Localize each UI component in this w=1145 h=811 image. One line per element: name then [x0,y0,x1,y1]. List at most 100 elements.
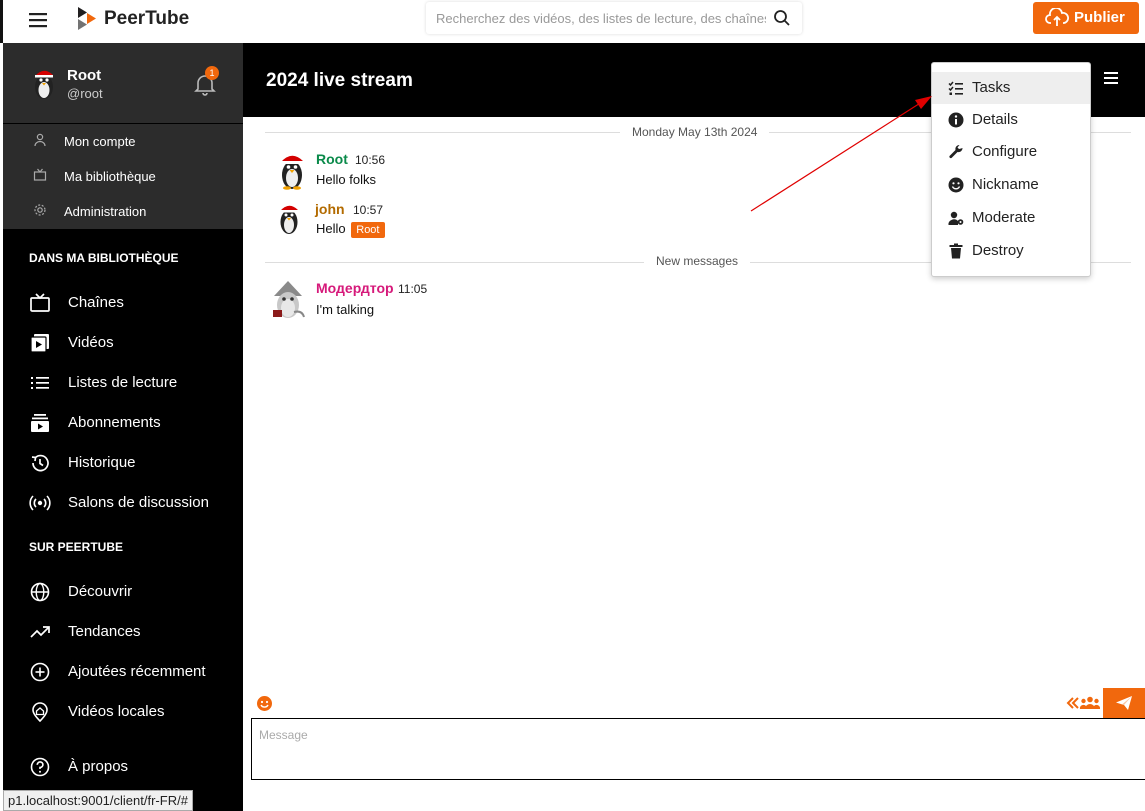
menu-item-label: Tasks [972,79,1011,96]
menu-item-destroy[interactable]: Destroy [932,235,1090,267]
chat-menu-icon[interactable] [1102,70,1120,86]
message-composer [251,718,1145,780]
publish-label: Publier [1074,9,1125,26]
sidebar-item-salons-de-discussion[interactable]: Salons de discussion [3,483,243,523]
sidebar-item-videos-locales[interactable]: Vidéos locales [3,692,243,732]
message-nick[interactable]: Модердтор [316,280,394,296]
message-text: Hello [316,221,346,236]
tv-icon [33,168,47,182]
videos-icon [29,332,51,354]
message-body: I'm talking [316,302,375,317]
menu-item-label: Configure [972,143,1038,160]
sidebar-item-label: Ajoutées récemment [68,663,206,680]
sidebar-item-label: Historique [68,454,136,471]
sidebar-item-label: Vidéos locales [68,703,165,720]
user-card: Root @root 1 [3,43,243,123]
menu-item-configure[interactable]: Configure [932,136,1090,168]
status-bar-url: p1.localhost:9001/client/fr-FR/# [3,790,193,811]
plus-circle-icon [29,661,51,683]
new-messages-divider: New messages [644,254,751,268]
sidebar-item-videos[interactable]: Vidéos [3,323,243,363]
search-icon[interactable] [773,9,791,27]
sidebar-item-a-propos[interactable]: À propos [3,747,243,787]
channels-icon [29,292,51,314]
playlists-icon [29,372,51,394]
user-cog-icon [948,210,964,226]
sidebar-item-abonnements[interactable]: Abonnements [3,403,243,443]
sidebar-item-historique[interactable]: Historique [3,443,243,483]
emoji-icon[interactable] [256,695,273,712]
globe-icon [29,581,51,603]
send-button[interactable] [1103,688,1145,718]
paper-plane-icon [1115,695,1133,711]
section-title-library: DANS MA BIBLIOTHÈQUE [29,251,179,265]
occupants-icon[interactable] [1066,695,1100,711]
search-input[interactable] [426,2,766,34]
sidebar-item-label: Vidéos [68,334,114,351]
account-item-administration[interactable]: Administration [3,194,243,229]
publish-button[interactable]: Publier [1033,2,1139,34]
avatar[interactable] [275,150,309,190]
brand-name[interactable]: PeerTube [104,8,189,30]
sidebar-item-label: Tendances [68,623,141,640]
message-input[interactable] [252,719,1145,779]
date-divider: Monday May 13th 2024 [620,125,770,139]
account-item-label: Ma bibliothèque [64,169,156,184]
sidebar-item-label: Salons de discussion [68,494,209,511]
message-body: Hello Root [316,221,385,238]
account-item-ma-bibliotheque[interactable]: Ma bibliothèque [3,159,243,194]
avatar[interactable] [30,66,58,100]
cog-icon [33,203,47,217]
message-nick[interactable]: Root [316,151,348,167]
avatar[interactable] [275,201,303,235]
info-icon [948,112,964,128]
menu-item-details[interactable]: Details [932,104,1090,136]
sidebar-item-label: Chaînes [68,294,124,311]
location-icon [29,701,51,723]
hamburger-menu-icon[interactable] [27,11,49,29]
notification-badge: 1 [205,66,219,80]
menu-item-tasks[interactable]: Tasks [932,72,1090,104]
sidebar-item-decouvrir[interactable]: Découvrir [3,572,243,612]
search-box [426,2,802,34]
sidebar-item-chaines[interactable]: Chaînes [3,283,243,323]
message-nick[interactable]: john [315,201,345,217]
subscriptions-icon [29,412,51,434]
menu-item-label: Moderate [972,209,1036,226]
menu-item-label: Destroy [972,242,1024,259]
sidebar: Root @root 1 Mon compte Ma bibliothèque … [3,43,243,811]
message-time: 10:57 [353,203,384,217]
section-title-peertube: SUR PEERTUBE [29,540,124,554]
help-icon [29,756,51,778]
trending-icon [29,621,51,643]
message-time: 10:56 [355,153,386,167]
tasks-icon [948,80,964,96]
account-item-label: Administration [64,204,147,219]
user-icon [33,133,47,147]
sidebar-item-label: À propos [68,758,129,775]
wrench-icon [948,144,964,160]
account-item-mon-compte[interactable]: Mon compte [3,124,243,159]
top-header: PeerTube Publier [0,0,1145,43]
broadcast-icon [29,492,51,514]
account-item-label: Mon compte [64,134,136,149]
role-badge: Root [351,222,385,238]
sidebar-item-ajoutees-recemment[interactable]: Ajoutées récemment [3,652,243,692]
trash-icon [948,243,964,259]
account-menu: Mon compte Ma bibliothèque Administratio… [3,124,243,229]
avatar[interactable] [270,280,306,320]
smile-icon [948,177,964,193]
sidebar-item-tendances[interactable]: Tendances [3,612,243,652]
history-icon [29,452,51,474]
menu-item-nickname[interactable]: Nickname [932,169,1090,201]
sidebar-item-label: Découvrir [68,583,133,600]
message-time: 11:05 [398,282,428,296]
menu-item-label: Details [972,111,1018,128]
sidebar-item-label: Abonnements [68,414,161,431]
peertube-logo-icon[interactable] [76,6,98,32]
sidebar-item-label: Listes de lecture [68,374,178,391]
menu-item-moderate[interactable]: Moderate [932,202,1090,234]
chat-title: 2024 live stream [266,70,413,91]
upload-cloud-icon [1045,8,1069,28]
sidebar-item-listes-de-lecture[interactable]: Listes de lecture [3,363,243,403]
